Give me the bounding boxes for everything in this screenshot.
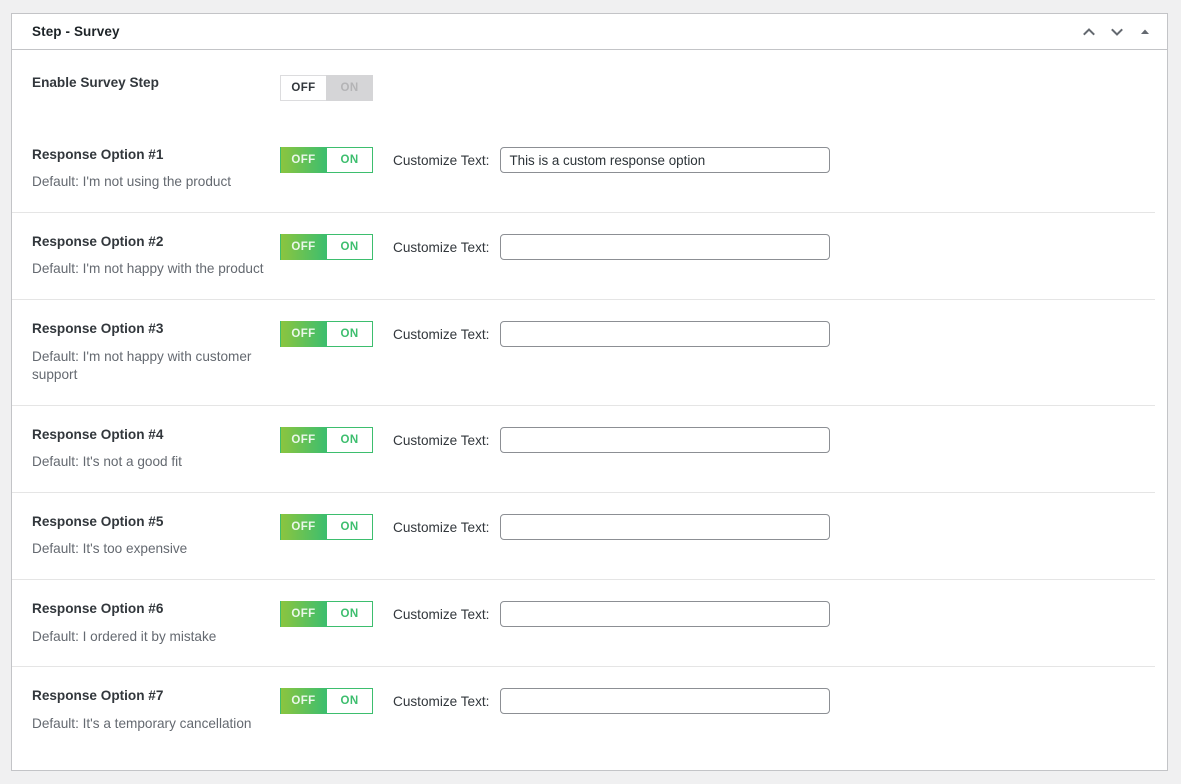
response-option-toggle[interactable]: OFF ON	[280, 234, 373, 261]
toggle-on-segment[interactable]: ON	[326, 601, 373, 628]
response-option-row: Response Option #5 Default: It's too expe…	[12, 492, 1167, 579]
option-label-col: Response Option #7 Default: It's a tempor…	[32, 687, 280, 733]
response-option-title: Response Option #6	[32, 601, 164, 617]
option-label-col: Response Option #1 Default: I'm not using…	[32, 146, 280, 192]
response-option-title: Response Option #2	[32, 234, 164, 250]
toggle-off-segment[interactable]: OFF	[280, 427, 326, 454]
toggle-on-segment[interactable]: ON	[326, 688, 373, 715]
response-option-default-text: Default: I'm not happy with the product	[32, 261, 264, 277]
option-label-col: Response Option #5 Default: It's too expe…	[32, 513, 280, 559]
toggle-off-segment[interactable]: OFF	[280, 234, 326, 261]
customize-text-input[interactable]	[500, 147, 831, 173]
settings-rows: Enable Survey Step OFF ON Response Optio…	[12, 50, 1167, 770]
customize-text-input[interactable]	[500, 514, 831, 541]
customize-text-input[interactable]	[500, 688, 831, 715]
response-option-default-text: Default: It's too expensive	[32, 541, 188, 557]
enable-survey-step-toggle[interactable]: OFF ON	[280, 75, 373, 101]
response-option-default-text: Default: I'm not happy with customer sup…	[32, 348, 252, 383]
customize-text-input[interactable]	[500, 601, 831, 628]
toggle-on-segment[interactable]: ON	[326, 427, 373, 454]
enable-label-col: Enable Survey Step	[32, 74, 280, 92]
customize-text-label: Customize Text:	[393, 693, 490, 709]
response-option-row: Response Option #6 Default: I ordered it …	[12, 579, 1167, 666]
response-option-toggle[interactable]: OFF ON	[280, 427, 373, 454]
customize-text-group: Customize Text:	[393, 427, 831, 454]
option-label-col: Response Option #6 Default: I ordered it …	[32, 600, 280, 646]
response-option-title: Response Option #4	[32, 427, 164, 443]
option-label-col: Response Option #3 Default: I'm not happy…	[32, 320, 280, 385]
toggle-off-segment[interactable]: OFF	[280, 321, 326, 348]
response-option-row: Response Option #7 Default: It's a tempor…	[12, 666, 1167, 753]
customize-text-input[interactable]	[500, 234, 831, 261]
toggle-off-segment[interactable]: OFF	[280, 147, 326, 173]
response-option-default-text: Default: I ordered it by mistake	[32, 628, 217, 644]
option-label-col: Response Option #2 Default: I'm not happy…	[32, 233, 280, 279]
response-option-row: Response Option #3 Default: I'm not happy…	[12, 299, 1167, 405]
row-enable-survey-step: Enable Survey Step OFF ON	[12, 50, 1167, 125]
toggle-on-segment[interactable]: ON	[326, 234, 373, 261]
customize-text-input[interactable]	[500, 427, 831, 454]
customize-text-group: Customize Text:	[393, 688, 831, 715]
response-option-default-text: Default: It's a temporary cancellation	[32, 715, 252, 731]
response-option-title: Response Option #5	[32, 514, 164, 530]
page-title: Step - Survey	[32, 24, 120, 39]
customize-text-input[interactable]	[500, 321, 831, 348]
response-option-toggle[interactable]: OFF ON	[280, 321, 373, 348]
customize-text-label: Customize Text:	[393, 519, 490, 535]
response-option-row: Response Option #4 Default: It's not a go…	[12, 405, 1167, 492]
customize-text-group: Customize Text:	[393, 601, 831, 628]
toggle-on-segment[interactable]: ON	[326, 321, 373, 348]
customize-text-label: Customize Text:	[393, 606, 490, 622]
customize-text-group: Customize Text:	[393, 514, 831, 541]
response-option-title: Response Option #3	[32, 321, 164, 337]
response-option-default-text: Default: I'm not using the product	[32, 174, 232, 190]
option-label-col: Response Option #4 Default: It's not a go…	[32, 426, 280, 472]
customize-text-label: Customize Text:	[393, 432, 490, 448]
customize-text-group: Customize Text:	[393, 147, 831, 173]
response-option-default-text: Default: It's not a good fit	[32, 454, 182, 470]
response-option-title: Response Option #7	[32, 688, 164, 704]
toggle-on-segment[interactable]: ON	[326, 75, 373, 101]
response-option-toggle[interactable]: OFF ON	[280, 688, 373, 715]
move-up-button[interactable]	[1075, 18, 1103, 46]
toggle-off-segment[interactable]: OFF	[280, 688, 326, 715]
toggle-on-segment[interactable]: ON	[326, 147, 373, 173]
toggle-off-segment[interactable]: OFF	[280, 75, 326, 101]
toggle-on-segment[interactable]: ON	[326, 514, 373, 541]
panel-header-actions	[1075, 18, 1159, 46]
response-option-toggle[interactable]: OFF ON	[280, 601, 373, 628]
customize-text-group: Customize Text:	[393, 321, 831, 348]
response-option-toggle[interactable]: OFF ON	[280, 514, 373, 541]
move-down-icon	[1109, 24, 1125, 40]
response-option-row: Response Option #2 Default: I'm not happy…	[12, 212, 1167, 299]
response-option-row: Response Option #1 Default: I'm not using…	[12, 125, 1167, 212]
response-option-title: Response Option #1	[32, 147, 164, 162]
move-down-button[interactable]	[1103, 18, 1131, 46]
enable-survey-step-label: Enable Survey Step	[32, 75, 159, 90]
customize-text-label: Customize Text:	[393, 152, 490, 168]
customize-text-group: Customize Text:	[393, 234, 831, 261]
panel-header: Step - Survey	[12, 14, 1167, 50]
response-option-toggle[interactable]: OFF ON	[280, 147, 373, 173]
toggle-off-segment[interactable]: OFF	[280, 514, 326, 541]
collapse-button[interactable]	[1131, 18, 1159, 46]
customize-text-label: Customize Text:	[393, 239, 490, 255]
collapse-icon	[1137, 24, 1153, 40]
toggle-off-segment[interactable]: OFF	[280, 601, 326, 628]
move-up-icon	[1081, 24, 1097, 40]
step-survey-panel: Step - Survey Enable Survey Step OFF ON …	[11, 13, 1168, 771]
customize-text-label: Customize Text:	[393, 326, 490, 342]
